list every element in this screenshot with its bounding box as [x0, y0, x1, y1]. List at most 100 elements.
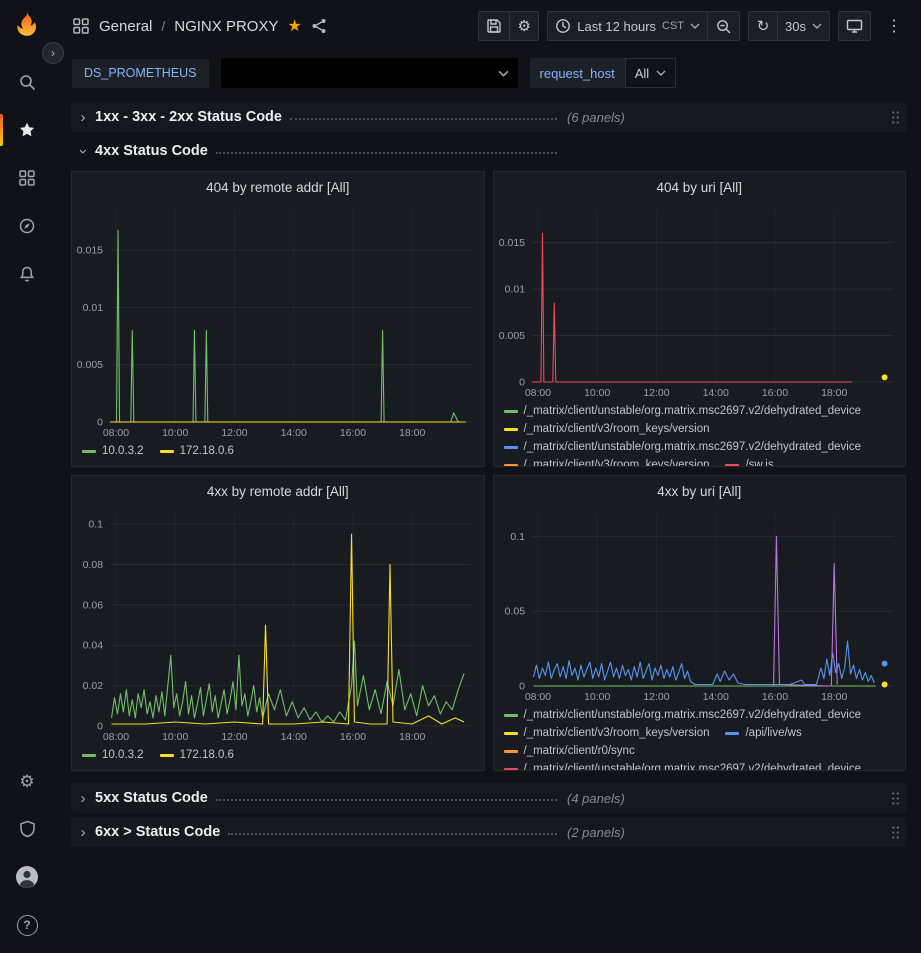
sidebar-item-configuration[interactable]: ⚙	[0, 761, 54, 801]
timeseries-chart[interactable]: 08:0010:0012:0014:0016:0018:0000.0050.01…	[72, 202, 484, 442]
panel-header[interactable]: 4xx by uri [All]	[494, 476, 906, 506]
breadcrumb-section[interactable]: General	[99, 18, 152, 35]
breadcrumb: General / NGINX PROXY ★	[72, 16, 327, 36]
legend-item[interactable]: /_matrix/client/unstable/org.matrix.msc2…	[504, 438, 862, 456]
chevron-right-icon	[75, 825, 91, 840]
sidebar-item-server-admin[interactable]	[0, 809, 54, 849]
legend-label: /_matrix/client/unstable/org.matrix.msc2…	[524, 760, 862, 770]
svg-text:08:00: 08:00	[103, 731, 129, 743]
svg-text:16:00: 16:00	[340, 427, 366, 439]
legend-item[interactable]: /_matrix/client/v3/room_keys/version	[504, 724, 710, 742]
sidebar-expand-button[interactable]: ›	[42, 42, 64, 64]
legend-item[interactable]: /_matrix/client/v3/room_keys/version	[504, 456, 710, 466]
legend-label: /sw.js	[745, 456, 773, 466]
legend-label: /_matrix/client/unstable/org.matrix.msc2…	[524, 402, 862, 420]
svg-text:0.005: 0.005	[77, 359, 103, 371]
legend-item[interactable]: /_matrix/client/r0/sync	[504, 742, 635, 760]
svg-text:0.02: 0.02	[83, 680, 104, 692]
row-4xx-status-code[interactable]: 4xx Status Code	[71, 136, 906, 166]
chevron-down-icon	[690, 23, 700, 29]
legend-item[interactable]: /_matrix/client/unstable/org.matrix.msc2…	[504, 760, 862, 770]
panel-4xx-by-remote-addr-all: 4xx by remote addr [All] 08:0010:0012:00…	[71, 475, 485, 771]
help-icon: ?	[17, 915, 38, 936]
host-variable-select[interactable]	[221, 58, 518, 88]
legend-swatch	[504, 750, 518, 753]
svg-text:12:00: 12:00	[643, 387, 669, 399]
legend-label: /_matrix/client/r0/sync	[524, 742, 635, 760]
legend-item[interactable]: 10.0.3.2	[82, 746, 144, 764]
legend-label: 10.0.3.2	[102, 442, 144, 460]
sidebar-item-starred[interactable]	[0, 110, 54, 150]
sidebar-item-dashboards[interactable]	[0, 158, 54, 198]
sidebar-item-help[interactable]: ?	[0, 905, 54, 945]
row-1xx-3xx-2xx-status-code[interactable]: 1xx - 3xx - 2xx Status Code (6 panels)	[71, 102, 906, 132]
timeseries-chart[interactable]: 08:0010:0012:0014:0016:0018:0000.020.040…	[72, 506, 484, 746]
panel-4xx-by-uri-all: 4xx by uri [All] 08:0010:0012:0014:0016:…	[493, 475, 907, 771]
dashboard-settings-button[interactable]: ⚙	[509, 11, 539, 41]
row-drag-handle[interactable]	[891, 791, 900, 806]
dotted-leader	[216, 152, 557, 154]
more-options-button[interactable]: ⋮	[879, 11, 909, 41]
svg-text:18:00: 18:00	[399, 731, 425, 743]
panel-header[interactable]: 4xx by remote addr [All]	[72, 476, 484, 506]
apps-icon	[72, 17, 90, 35]
sidebar-item-search[interactable]	[0, 62, 54, 102]
favorite-star-icon[interactable]: ★	[287, 16, 301, 36]
panel-legend: /_matrix/client/unstable/org.matrix.msc2…	[494, 706, 906, 770]
sidebar-item-explore[interactable]	[0, 206, 54, 246]
svg-text:0.08: 0.08	[83, 559, 104, 571]
svg-text:0: 0	[97, 721, 103, 733]
legend-item[interactable]: 172.18.0.6	[160, 442, 234, 460]
svg-text:0: 0	[519, 681, 525, 693]
legend-item[interactable]: /sw.js	[725, 456, 773, 466]
legend-item[interactable]: 10.0.3.2	[82, 442, 144, 460]
svg-text:18:00: 18:00	[399, 427, 425, 439]
legend-label: 172.18.0.6	[180, 442, 234, 460]
svg-text:16:00: 16:00	[761, 691, 787, 703]
datasource-variable[interactable]: DS_PROMETHEUS	[72, 59, 209, 88]
legend-label: /_matrix/client/v3/room_keys/version	[524, 420, 710, 438]
row-5xx-status-code[interactable]: 5xx Status Code (4 panels)	[71, 783, 906, 813]
panel-404-by-remote-addr-all: 404 by remote addr [All] 08:0010:0012:00…	[71, 171, 485, 467]
panel-header[interactable]: 404 by remote addr [All]	[72, 172, 484, 202]
timeseries-chart[interactable]: 08:0010:0012:0014:0016:0018:0000.0050.01…	[494, 202, 906, 402]
dashboard-title[interactable]: NGINX PROXY	[174, 18, 278, 35]
save-dashboard-button[interactable]	[478, 11, 510, 41]
row-title: 1xx - 3xx - 2xx Status Code	[95, 109, 282, 125]
share-icon[interactable]	[311, 18, 327, 34]
legend-swatch	[504, 714, 518, 717]
legend-swatch	[504, 464, 518, 467]
svg-text:12:00: 12:00	[221, 427, 247, 439]
legend-item[interactable]: /_matrix/client/unstable/org.matrix.msc2…	[504, 706, 862, 724]
grafana-logo-icon[interactable]	[12, 10, 42, 40]
sidebar-item-profile[interactable]	[0, 857, 54, 897]
refresh-interval-picker[interactable]: 30s	[777, 11, 830, 41]
chevron-down-icon	[812, 23, 822, 29]
refresh-interval-label: 30s	[785, 19, 806, 34]
time-range-picker[interactable]: Last 12 hours CST	[547, 11, 708, 41]
panel-header[interactable]: 404 by uri [All]	[494, 172, 906, 202]
svg-text:14:00: 14:00	[281, 427, 307, 439]
refresh-button[interactable]: ↻	[748, 11, 778, 41]
request-host-variable: request_host All	[530, 58, 677, 88]
legend-item[interactable]: /_matrix/client/unstable/org.matrix.msc2…	[504, 402, 862, 420]
row-6xx-status-code[interactable]: 6xx > Status Code (2 panels)	[71, 817, 906, 847]
svg-text:10:00: 10:00	[162, 731, 188, 743]
row-panel-count: (4 panels)	[567, 791, 625, 806]
legend-item[interactable]: /_matrix/client/v3/room_keys/version	[504, 420, 710, 438]
chevron-right-icon	[75, 110, 91, 125]
legend-item[interactable]: /api/live/ws	[725, 724, 801, 742]
dotted-leader	[216, 799, 557, 801]
timeseries-chart[interactable]: 08:0010:0012:0014:0016:0018:0000.050.1	[494, 506, 906, 706]
svg-text:0.04: 0.04	[83, 640, 104, 652]
legend-item[interactable]: 172.18.0.6	[160, 746, 234, 764]
row-drag-handle[interactable]	[891, 110, 900, 125]
zoom-out-time-button[interactable]	[707, 11, 740, 41]
sidebar-item-alerting[interactable]	[0, 254, 54, 294]
svg-text:10:00: 10:00	[162, 427, 188, 439]
tv-mode-button[interactable]	[838, 11, 871, 41]
chevron-right-icon	[75, 791, 91, 806]
row-drag-handle[interactable]	[891, 825, 900, 840]
bell-icon	[18, 265, 36, 283]
request-host-value-select[interactable]: All	[625, 58, 676, 88]
